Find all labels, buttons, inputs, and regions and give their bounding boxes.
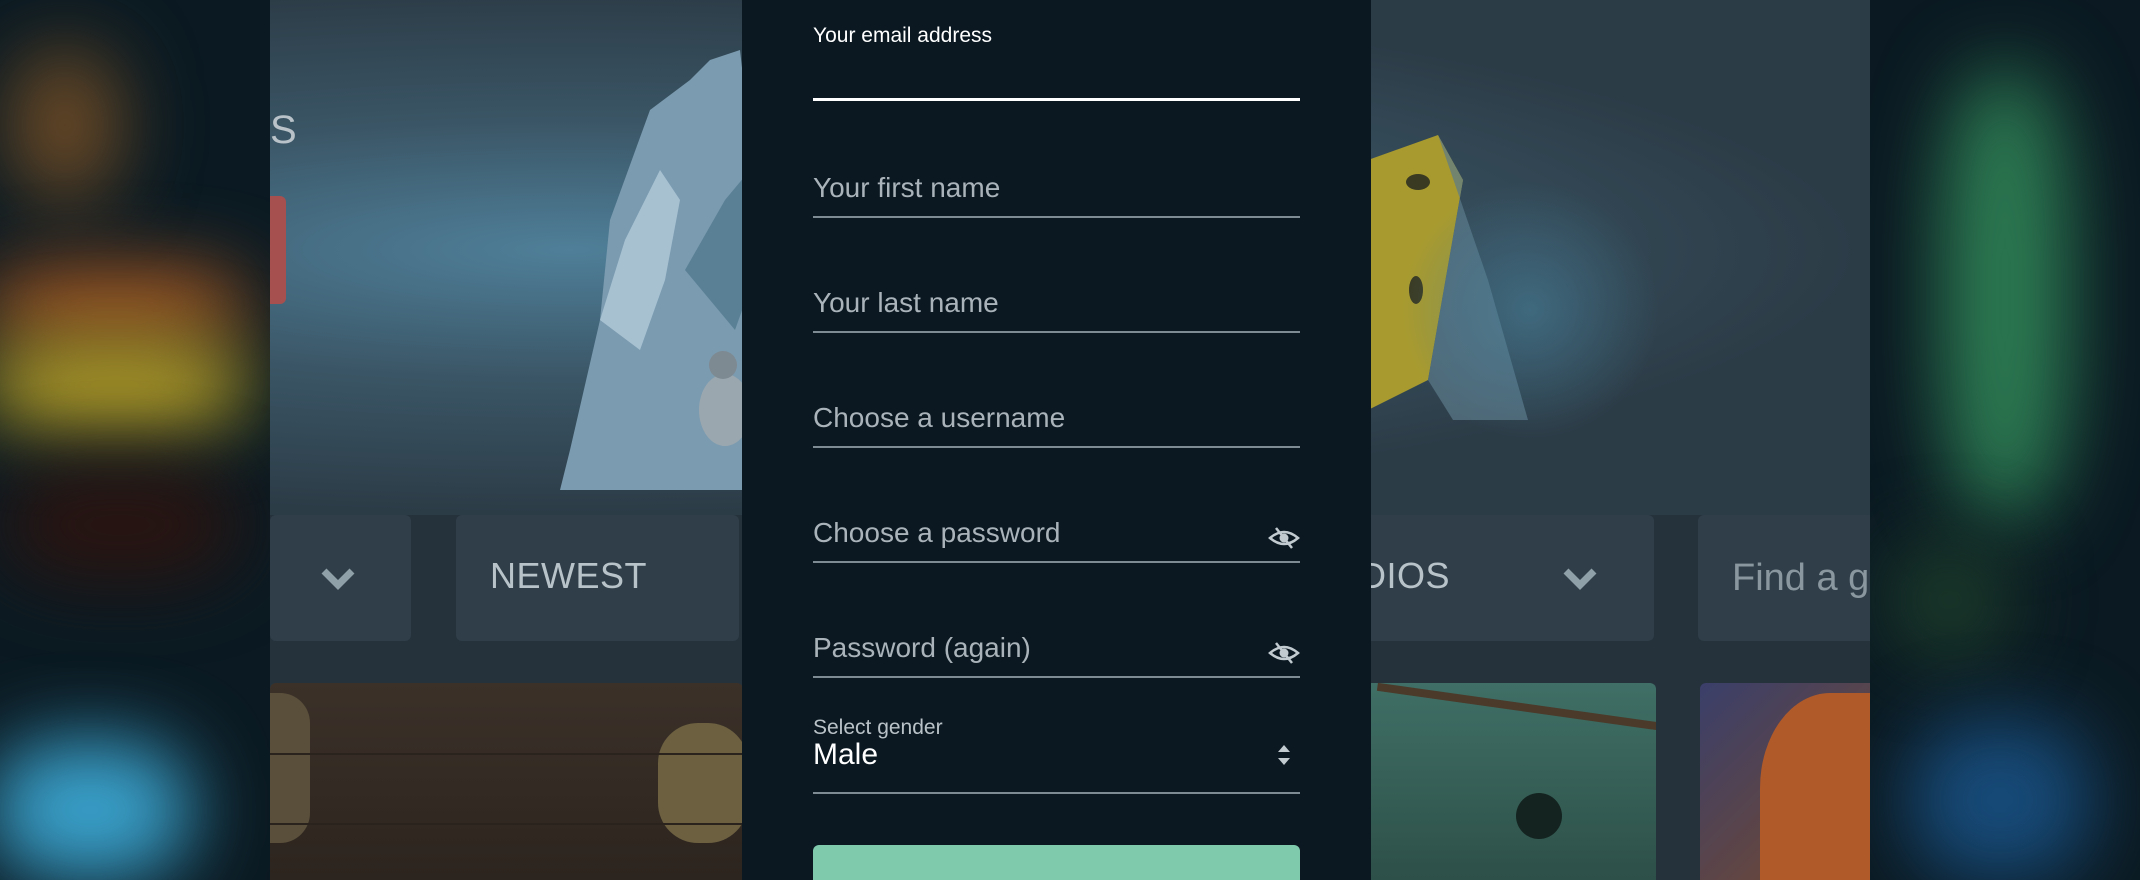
game-search-box[interactable]: Find a ga	[1698, 515, 1870, 641]
filter-newest-label: NEWEST	[490, 555, 648, 596]
blurred-left-edge	[0, 0, 270, 880]
password-again-field	[813, 628, 1300, 680]
game-tile[interactable]	[1700, 683, 1870, 880]
chevron-down-icon	[1563, 568, 1597, 590]
first-name-input[interactable]	[813, 168, 1300, 208]
email-field: Your email address	[813, 24, 1300, 104]
first-name-underline	[813, 216, 1300, 218]
email-underline	[813, 98, 1300, 101]
hero-cta-button[interactable]	[270, 196, 286, 304]
password-field	[813, 513, 1300, 565]
signup-modal: Your email address Select gender	[742, 0, 1371, 880]
studios-filter[interactable]: DIOS	[1360, 515, 1654, 641]
game-tile[interactable]	[270, 683, 743, 880]
game-search-placeholder: Find a ga	[1732, 557, 1870, 599]
password-underline	[813, 561, 1300, 563]
sort-arrows-icon	[1278, 745, 1290, 765]
email-label: Your email address	[813, 24, 992, 47]
last-name-underline	[813, 331, 1300, 333]
blurred-right-edge	[1870, 0, 2140, 880]
eye-slash-icon[interactable]	[1268, 640, 1300, 666]
filter-studios-label: DIOS	[1360, 555, 1451, 596]
username-field	[813, 398, 1300, 450]
password-again-input[interactable]	[813, 628, 1253, 668]
hero-heading-fragment: S	[270, 108, 297, 152]
password-input[interactable]	[813, 513, 1253, 553]
eye-slash-icon[interactable]	[1268, 525, 1300, 551]
last-name-field	[813, 283, 1300, 335]
email-input[interactable]	[813, 56, 1300, 96]
iceberg-artwork	[560, 50, 780, 490]
first-name-field	[813, 168, 1300, 220]
gender-underline	[813, 792, 1300, 794]
username-input[interactable]	[813, 398, 1300, 438]
category-filter[interactable]	[270, 515, 411, 641]
username-underline	[813, 446, 1300, 448]
gender-selected-value: Male	[813, 738, 879, 771]
gender-field: Select gender Male	[813, 716, 1300, 796]
chevron-down-icon	[321, 568, 355, 590]
signup-submit-button[interactable]	[813, 845, 1300, 880]
password-again-underline	[813, 676, 1300, 678]
last-name-input[interactable]	[813, 283, 1300, 323]
game-tile[interactable]	[1366, 683, 1656, 880]
hero-glow	[1400, 180, 1660, 440]
sort-filter[interactable]: NEWEST	[456, 515, 739, 641]
gender-select[interactable]: Male	[813, 716, 1300, 792]
